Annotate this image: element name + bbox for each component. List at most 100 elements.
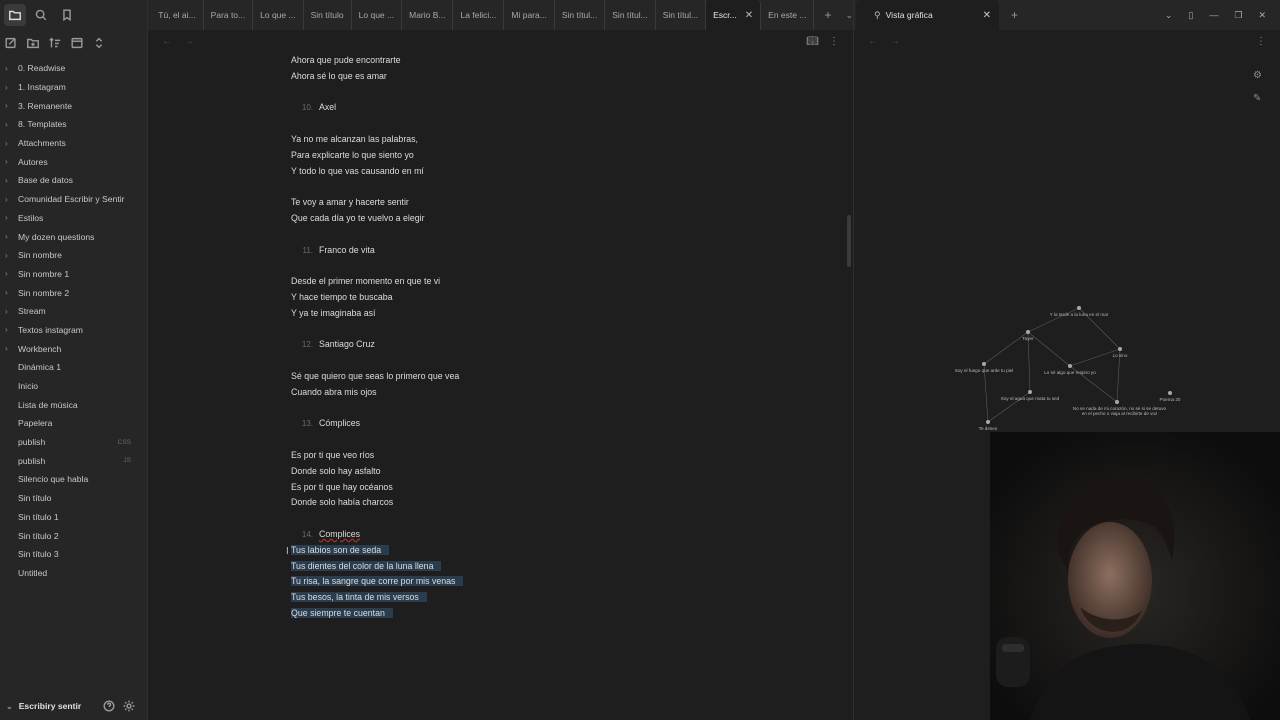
help-icon[interactable]	[98, 695, 120, 717]
sidebar-folder[interactable]: › Textos instagram	[0, 321, 147, 340]
text-line[interactable]	[291, 85, 711, 101]
sidebar-file[interactable]: Lista de música	[0, 395, 147, 414]
tab-list-chevron-icon[interactable]: ⌄	[845, 10, 853, 21]
text-line[interactable]: Y ya te imaginaba así	[291, 306, 711, 322]
tab-graph-view[interactable]: ⚲ Vista gráfica ✕	[856, 0, 999, 30]
text-line[interactable]: Es por ti que hay océanos	[291, 480, 711, 496]
list-heading-line[interactable]: 13. Cómplices	[291, 416, 711, 432]
editor-tab[interactable]: Escr... ✕	[706, 0, 762, 30]
text-line[interactable]: Para explicarte lo que siento yo	[291, 148, 711, 164]
editor-tab[interactable]: En este ...	[761, 0, 815, 30]
close-window-icon[interactable]: ✕	[1258, 10, 1266, 21]
text-line[interactable]: Es por ti que veo ríos	[291, 448, 711, 464]
sidebar-folder[interactable]: › 1. Instagram	[0, 78, 147, 97]
collapse-all-icon[interactable]	[66, 32, 88, 54]
editor-tab[interactable]: Sin títul...	[605, 0, 656, 30]
graph-node[interactable]	[1028, 390, 1032, 394]
text-line[interactable]: Cuando abra mis ojos	[291, 385, 711, 401]
search-icon[interactable]	[30, 4, 52, 26]
text-line[interactable]	[291, 116, 711, 132]
text-line[interactable]: Donde solo había charcos	[291, 495, 711, 511]
sidebar-file[interactable]: publish JS	[0, 451, 147, 470]
sidebar-folder[interactable]: › Workbench	[0, 339, 147, 358]
new-note-icon[interactable]	[0, 32, 22, 54]
sidebar-file[interactable]: Sin título 3	[0, 545, 147, 564]
text-line[interactable]: Ahora que pude encontrarte	[291, 53, 711, 69]
text-line[interactable]: Sé que quiero que seas lo primero que ve…	[291, 369, 711, 385]
text-line[interactable]: Desde el primer momento en que te vi	[291, 274, 711, 290]
sidebar-folder[interactable]: › Sin nombre 1	[0, 265, 147, 284]
text-line[interactable]: Que siempre te cuentan	[291, 606, 711, 622]
expand-icon[interactable]	[88, 32, 110, 54]
graph-node[interactable]	[982, 362, 986, 366]
forward-arrow-icon[interactable]: →	[184, 36, 194, 47]
editor-scrollbar[interactable]	[847, 215, 851, 267]
sidebar-file[interactable]: Inicio	[0, 377, 147, 396]
sidebar-folder[interactable]: › 8. Templates	[0, 115, 147, 134]
text-line[interactable]: Te voy a amar y hacerte sentir	[291, 195, 711, 211]
editor-tab[interactable]: Tú, el ai...	[151, 0, 204, 30]
graph-node[interactable]	[1026, 330, 1030, 334]
editor-tab[interactable]: Lo que ...	[352, 0, 403, 30]
minimize-icon[interactable]: —	[1209, 10, 1218, 20]
sidebar-file[interactable]: Papelera	[0, 414, 147, 433]
close-tab-icon[interactable]: ✕	[983, 10, 991, 21]
editor-tab[interactable]: Sin títul...	[656, 0, 707, 30]
text-line[interactable]: Tus besos, la tinta de mis versos	[291, 590, 711, 606]
sidebar-file[interactable]: Sin título 1	[0, 508, 147, 527]
text-line[interactable]	[291, 432, 711, 448]
new-tab-icon[interactable]: +	[1011, 8, 1018, 22]
reading-view-icon[interactable]: 📖︎	[806, 36, 819, 47]
sidebar-folder[interactable]: › Estilos	[0, 209, 147, 228]
note-content[interactable]: Ahora que pude encontrarte Ahora sé lo qu…	[291, 53, 711, 622]
vault-switcher[interactable]: ⌄ Escribiry sentir	[0, 692, 148, 720]
text-line[interactable]: Y hace tiempo te buscaba	[291, 290, 711, 306]
settings-gear-icon[interactable]	[118, 695, 140, 717]
graph-node[interactable]	[1168, 391, 1172, 395]
sidebar-folder[interactable]: › Stream	[0, 302, 147, 321]
list-heading-line[interactable]: 10. Axel	[291, 100, 711, 116]
sidebar-folder[interactable]: › Sin nombre	[0, 246, 147, 265]
new-folder-icon[interactable]	[22, 32, 44, 54]
sort-icon[interactable]	[44, 32, 66, 54]
editor-tab[interactable]: Mario B...	[402, 0, 454, 30]
text-line[interactable]	[291, 401, 711, 417]
toggle-sidebar-icon[interactable]: ▯	[1188, 10, 1193, 21]
text-line[interactable]: Ahora sé lo que es amar	[291, 69, 711, 85]
bookmark-icon[interactable]	[56, 4, 78, 26]
sidebar-folder[interactable]: › Autores	[0, 152, 147, 171]
text-line[interactable]: Tu risa, la sangre que corre por mis ven…	[291, 574, 711, 590]
graph-node[interactable]	[1077, 306, 1081, 310]
sidebar-file[interactable]: publish CSS	[0, 433, 147, 452]
list-heading-line[interactable]: 14. Complices	[291, 527, 711, 543]
text-line[interactable]: Donde solo hay asfalto	[291, 464, 711, 480]
sidebar-folder[interactable]: › 0. Readwise	[0, 59, 147, 78]
sidebar-folder[interactable]: › Attachments	[0, 134, 147, 153]
text-line[interactable]	[291, 258, 711, 274]
sidebar-folder[interactable]: › Sin nombre 2	[0, 283, 147, 302]
restore-icon[interactable]: ❐	[1234, 10, 1242, 21]
editor-tab[interactable]: Sin título	[304, 0, 352, 30]
sidebar-file[interactable]: Sin título 2	[0, 526, 147, 545]
graph-node[interactable]	[986, 420, 990, 424]
sidebar-folder[interactable]: › 3. Remanente	[0, 96, 147, 115]
tab-list-chevron-icon[interactable]: ⌄	[1165, 10, 1173, 21]
close-tab-icon[interactable]: ✕	[745, 10, 753, 21]
list-heading-line[interactable]: 11. Franco de vita	[291, 243, 711, 259]
text-line[interactable]	[291, 179, 711, 195]
sidebar-folder[interactable]: › My dozen questions	[0, 227, 147, 246]
editor-tab[interactable]: Mi para...	[504, 0, 555, 30]
sidebar-file[interactable]: Untitled	[0, 564, 147, 583]
text-line[interactable]: Tus dientes del color de la luna llena	[291, 559, 711, 575]
editor-tab[interactable]: Para to...	[204, 0, 254, 30]
sidebar-folder[interactable]: › Base de datos	[0, 171, 147, 190]
editor-tab[interactable]: La felici...	[453, 0, 505, 30]
graph-node[interactable]	[1118, 347, 1122, 351]
text-line[interactable]	[291, 322, 711, 338]
graph-node[interactable]	[1115, 400, 1119, 404]
files-icon[interactable]	[4, 4, 26, 26]
text-line[interactable]	[291, 227, 711, 243]
sidebar-file[interactable]: Silencio que habla	[0, 470, 147, 489]
back-arrow-icon[interactable]: ←	[162, 36, 172, 47]
text-line[interactable]: Tus labios son de seda	[291, 543, 711, 559]
